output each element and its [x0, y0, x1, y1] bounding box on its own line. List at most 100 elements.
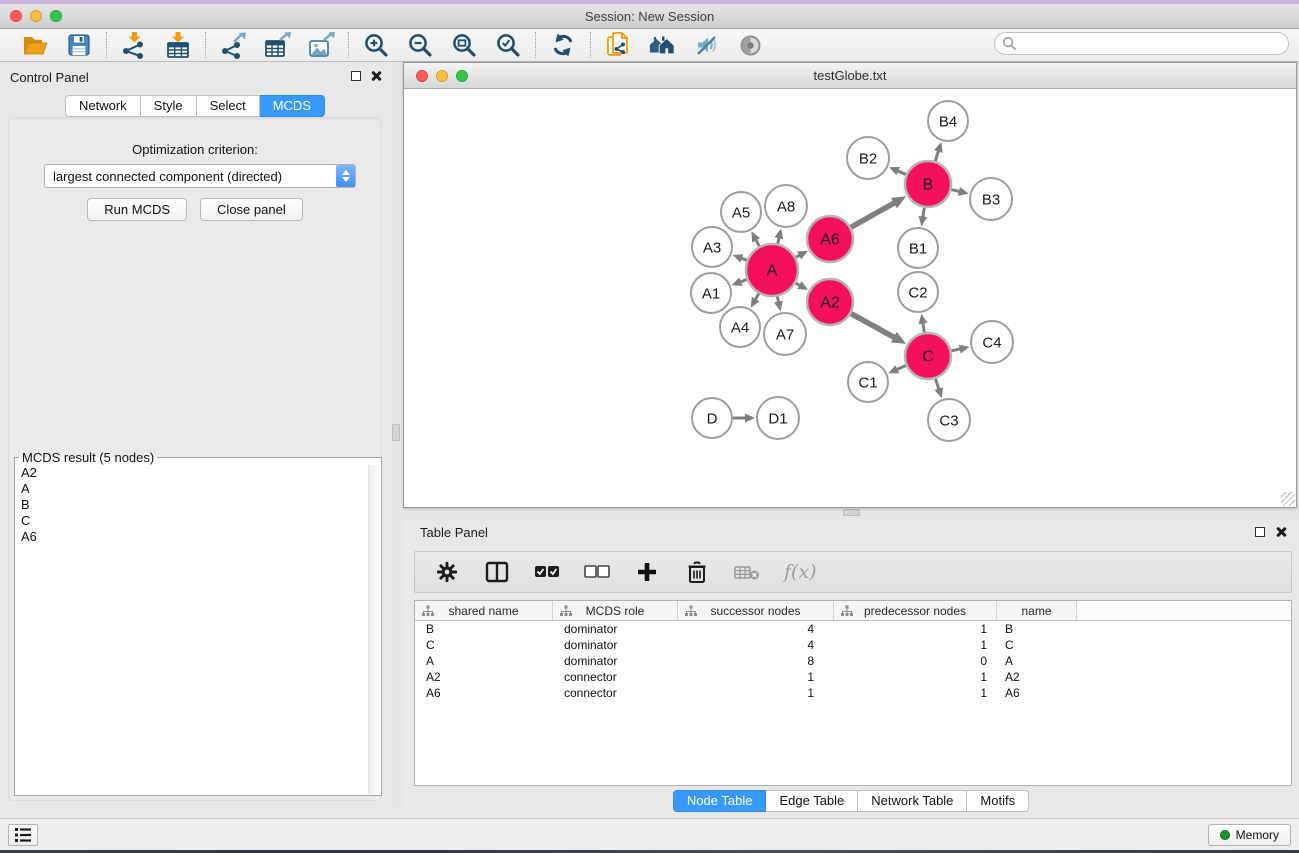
float-panel-icon[interactable]	[351, 71, 361, 81]
add-column-icon[interactable]	[634, 559, 660, 585]
import-table-icon[interactable]	[164, 32, 192, 59]
table-cell[interactable]: A6	[997, 686, 1077, 700]
mcds-result-list[interactable]: A2ABCA6	[16, 465, 368, 794]
graph-node-b3[interactable]: B3	[970, 178, 1012, 220]
table-cell[interactable]: A2	[415, 670, 553, 684]
graph-node-b1[interactable]: B1	[898, 228, 938, 268]
table-cell[interactable]: 1	[834, 622, 997, 636]
graph-node-a[interactable]: A	[746, 244, 798, 296]
graph-node-b[interactable]: B	[905, 161, 951, 207]
table-cell[interactable]: 4	[678, 622, 834, 636]
zoom-in-icon[interactable]	[362, 32, 390, 59]
result-item[interactable]: A	[16, 481, 368, 497]
column-header-predecessor-nodes[interactable]: predecessor nodes	[834, 601, 997, 620]
column-header-MCDS-role[interactable]: MCDS role	[553, 601, 678, 620]
graph-node-b4[interactable]: B4	[928, 101, 968, 141]
save-session-icon[interactable]	[65, 32, 93, 59]
column-header-name[interactable]: name	[997, 601, 1077, 620]
tab-motifs[interactable]: Motifs	[967, 790, 1029, 812]
column-header-shared-name[interactable]: shared name	[415, 601, 553, 620]
vertical-splitter[interactable]	[390, 62, 403, 810]
graph-node-a8[interactable]: A8	[765, 185, 807, 227]
criterion-select[interactable]: largest connected component (directed)	[44, 164, 356, 188]
task-history-button[interactable]	[8, 824, 38, 846]
graph-node-c3[interactable]: C3	[928, 399, 970, 441]
settings-gear-icon[interactable]	[434, 559, 460, 585]
delete-table-icon[interactable]	[734, 559, 760, 585]
duplicate-network-view-icon[interactable]	[604, 32, 632, 59]
table-cell[interactable]: A	[415, 654, 553, 668]
function-builder-icon[interactable]: f(x)	[784, 561, 817, 583]
result-item[interactable]: A6	[16, 529, 368, 545]
splitter-handle[interactable]	[843, 509, 860, 516]
graph-node-a7[interactable]: A7	[764, 313, 806, 355]
close-view-button[interactable]	[416, 70, 428, 82]
minimize-window-button[interactable]	[30, 10, 42, 22]
table-cell[interactable]: dominator	[553, 638, 678, 652]
graph-edge[interactable]	[851, 314, 896, 339]
zoom-fit-icon[interactable]	[450, 32, 478, 59]
graph-node-c1[interactable]: C1	[848, 362, 888, 402]
table-cell[interactable]: C	[415, 638, 553, 652]
tab-mcds[interactable]: MCDS	[260, 95, 325, 117]
table-cell[interactable]: connector	[553, 670, 678, 684]
float-panel-icon[interactable]	[1255, 527, 1265, 537]
search-input[interactable]	[1017, 37, 1288, 51]
graph-edge[interactable]	[851, 202, 896, 227]
open-session-icon[interactable]	[21, 32, 49, 59]
graph-node-a6[interactable]: A6	[807, 216, 853, 262]
close-panel-icon[interactable]	[1276, 526, 1287, 537]
table-cell[interactable]: 0	[834, 654, 997, 668]
graph-node-d[interactable]: D	[692, 398, 732, 438]
graph-node-a4[interactable]: A4	[720, 307, 760, 347]
table-row[interactable]: Bdominator41B	[415, 621, 1291, 637]
graph-node-c[interactable]: C	[905, 333, 951, 379]
network-window-titlebar[interactable]: testGlobe.txt	[404, 63, 1296, 89]
network-canvas[interactable]: AA6A2BCA5A8A3A1A4A7B2B4B3B1C2C4C1C3DD1	[404, 89, 1296, 507]
table-row[interactable]: A6connector11A6	[415, 685, 1291, 701]
table-cell[interactable]: A6	[415, 686, 553, 700]
split-view-icon[interactable]	[484, 559, 510, 585]
export-table-icon[interactable]	[263, 32, 291, 59]
table-row[interactable]: Cdominator41C	[415, 637, 1291, 653]
close-panel-button[interactable]: Close panel	[200, 198, 303, 221]
table-cell[interactable]: dominator	[553, 654, 678, 668]
horizontal-splitter[interactable]	[403, 508, 1299, 518]
result-item[interactable]: A2	[16, 465, 368, 481]
tab-edge-table[interactable]: Edge Table	[766, 790, 858, 812]
memory-button[interactable]: Memory	[1208, 824, 1291, 846]
network-graph[interactable]: AA6A2BCA5A8A3A1A4A7B2B4B3B1C2C4C1C3DD1	[404, 89, 1296, 507]
table-cell[interactable]: 1	[678, 670, 834, 684]
export-network-icon[interactable]	[219, 32, 247, 59]
resize-grip[interactable]	[1281, 492, 1295, 506]
tab-network-table[interactable]: Network Table	[858, 790, 967, 812]
close-window-button[interactable]	[10, 10, 22, 22]
table-row[interactable]: Adominator80A	[415, 653, 1291, 669]
table-cell[interactable]: 1	[678, 686, 834, 700]
graph-node-b2[interactable]: B2	[847, 137, 889, 179]
result-item[interactable]: B	[16, 497, 368, 513]
refresh-icon[interactable]	[549, 32, 577, 59]
table-cell[interactable]: 1	[834, 670, 997, 684]
graph-node-a5[interactable]: A5	[721, 192, 761, 232]
table-cell[interactable]: 4	[678, 638, 834, 652]
graph-node-a1[interactable]: A1	[691, 273, 731, 313]
hide-graphics-details-icon[interactable]	[692, 32, 720, 59]
result-scrollbar[interactable]	[368, 465, 380, 794]
result-item[interactable]: C	[16, 513, 368, 529]
column-header-successor-nodes[interactable]: successor nodes	[678, 601, 834, 620]
export-image-icon[interactable]	[307, 32, 335, 59]
graph-node-c2[interactable]: C2	[898, 272, 938, 312]
splitter-handle[interactable]	[392, 424, 400, 441]
zoom-out-icon[interactable]	[406, 32, 434, 59]
tab-select[interactable]: Select	[197, 95, 260, 117]
graph-node-a3[interactable]: A3	[692, 227, 732, 267]
table-cell[interactable]: connector	[553, 686, 678, 700]
import-network-icon[interactable]	[120, 32, 148, 59]
tab-node-table[interactable]: Node Table	[673, 790, 767, 812]
maximize-window-button[interactable]	[50, 10, 62, 22]
table-cell[interactable]: dominator	[553, 622, 678, 636]
graph-node-a2[interactable]: A2	[807, 279, 853, 325]
table-cell[interactable]: 1	[834, 638, 997, 652]
tab-network[interactable]: Network	[65, 95, 141, 117]
